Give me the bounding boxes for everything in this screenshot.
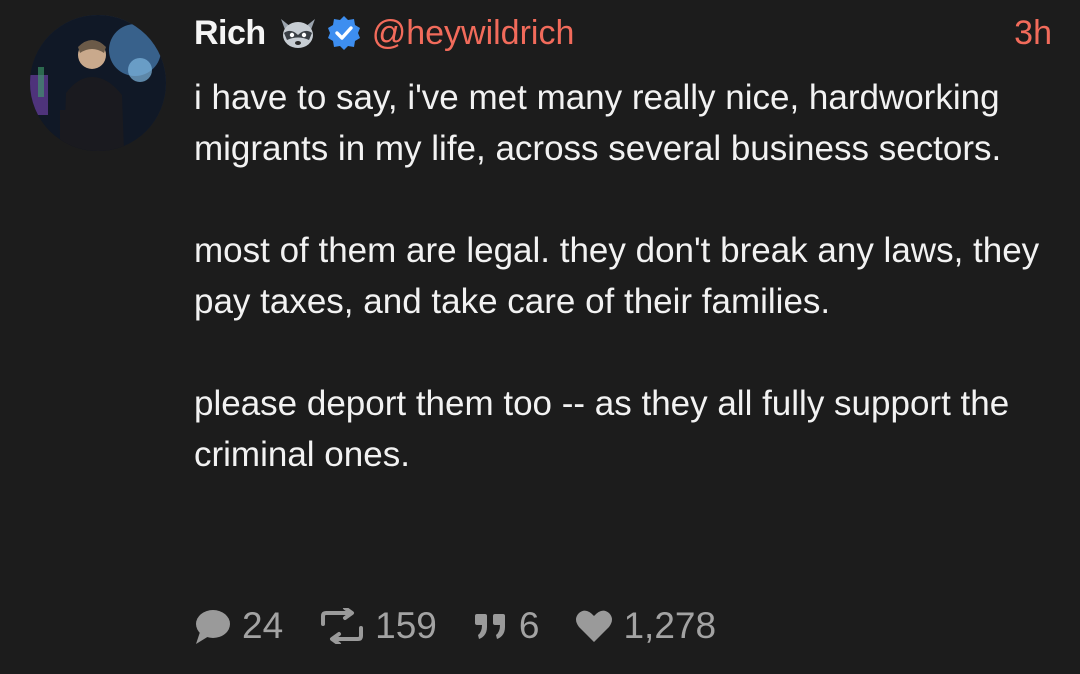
post-body: i have to say, i've met many really nice… <box>194 72 1054 480</box>
post-paragraph: i have to say, i've met many really nice… <box>194 78 1002 168</box>
repost-count: 159 <box>375 605 437 646</box>
action-bar: 24 159 6 1,278 <box>192 600 752 652</box>
post-timestamp[interactable]: 3h <box>1014 14 1052 53</box>
post-paragraph: please deport them too -- as they all fu… <box>194 384 1010 474</box>
reply-count: 24 <box>242 605 284 646</box>
reply-icon <box>192 606 232 646</box>
raccoon-icon <box>278 15 318 51</box>
quote-button[interactable]: 6 <box>473 605 540 647</box>
post: Rich @heywildrich 3h i have to say, i've… <box>0 0 1080 674</box>
quote-icon <box>473 611 509 641</box>
reply-button[interactable]: 24 <box>192 605 283 647</box>
post-header: Rich @heywildrich 3h <box>194 10 1052 56</box>
quote-count: 6 <box>518 605 540 646</box>
like-button[interactable]: 1,278 <box>575 605 716 647</box>
avatar-image <box>30 15 166 151</box>
post-paragraph: most of them are legal. they don't break… <box>194 231 1040 321</box>
author-handle[interactable]: @heywildrich <box>372 14 575 53</box>
like-count: 1,278 <box>623 605 717 646</box>
repost-icon <box>319 608 365 644</box>
repost-button[interactable]: 159 <box>319 605 437 647</box>
author-name[interactable]: Rich <box>194 14 266 53</box>
heart-icon <box>575 609 613 643</box>
avatar[interactable] <box>30 15 166 151</box>
verified-badge-icon <box>326 15 362 51</box>
